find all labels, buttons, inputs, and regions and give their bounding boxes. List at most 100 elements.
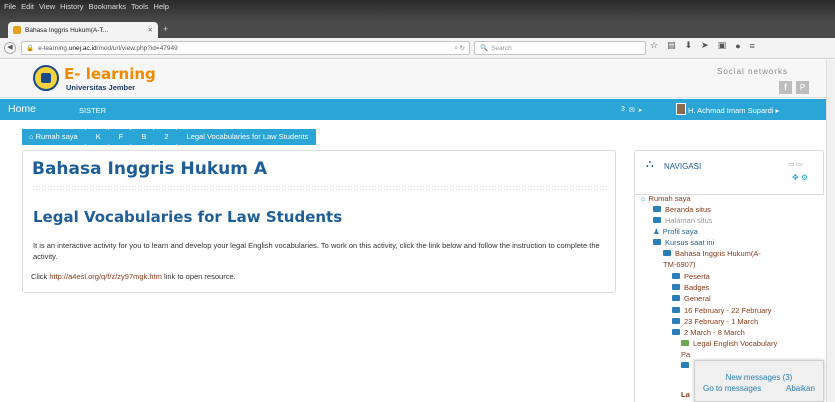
menu-help[interactable]: Help [154, 2, 169, 11]
user-name: H. Achmad Imam Supardi [688, 106, 774, 115]
nav-tree-label: 16 February - 22 February [684, 306, 772, 315]
breadcrumb-current[interactable]: Legal Vocabularies for Law Students [176, 129, 317, 145]
nav-tree-label: General [684, 294, 711, 303]
nav-home-link[interactable]: Home [8, 103, 36, 115]
breadcrumb: ⌂ Rumah saya K F B 2 Legal Vocabularies … [22, 129, 317, 145]
browser-menu-list: File Edit View History Bookmarks Tools H… [4, 2, 169, 11]
block-controls-icon[interactable]: ▭▭ [788, 160, 803, 168]
click-suffix: link to open resource. [161, 272, 236, 281]
nav-tree-label: Rumah saya [648, 194, 691, 203]
user-avatar[interactable] [676, 103, 686, 115]
url-text: e-learning.unej.ac.id/mod/url/view.php?i… [38, 44, 178, 52]
nav-tree-activity2[interactable] [681, 361, 693, 370]
nav-tree-kursus[interactable]: Kursus saat ini [653, 238, 714, 247]
menu-history[interactable]: History [60, 2, 83, 11]
folder-icon [653, 206, 661, 212]
nav-tree-label: Bahasa Inggris Hukum(A- [675, 249, 761, 258]
close-tab-icon[interactable]: ✕ [148, 26, 153, 34]
site-logo-subtitle: Universitas Jember [66, 83, 136, 92]
social-networks-label: Social networks [717, 67, 789, 76]
nav-tree-home[interactable]: ⌂ Rumah saya [641, 194, 691, 203]
browser-toolbar-icons: ☆ ▤ ⬇ ➤ ▣ ● ≡ [650, 40, 755, 51]
nav-tree-week3[interactable]: 2 March - 8 March [672, 328, 745, 337]
nav-sister-link[interactable]: SISTER [79, 106, 106, 115]
pocket-icon[interactable]: ● [735, 41, 740, 51]
nav-tree-label: 2 March - 8 March [684, 328, 745, 337]
folder-icon [672, 295, 680, 301]
nav-tree-week1[interactable]: 16 February - 22 February [672, 306, 772, 315]
folder-icon [672, 273, 680, 279]
search-input[interactable]: 🔍 Search [474, 41, 646, 55]
site-identity-icon[interactable]: 🔒 [26, 44, 34, 52]
folder-open-icon [672, 329, 680, 335]
reload-icon[interactable]: ▿ ↻ [454, 44, 465, 52]
browser-menubar: File Edit View History Bookmarks Tools H… [0, 0, 835, 22]
nav-tree-beranda[interactable]: Beranda situs [653, 205, 711, 214]
browser-tab[interactable]: Bahasa Inggris Hukum(A-T... ✕ [8, 22, 158, 38]
nav-tree-week2[interactable]: 23 February - 1 March [672, 317, 758, 326]
dotted-divider [32, 185, 607, 191]
click-prefix: Click [31, 272, 50, 281]
activity-intro: It is an interactive activity for you to… [33, 241, 600, 261]
menu-tools[interactable]: Tools [131, 2, 149, 11]
nav-tree-general[interactable]: General [672, 294, 711, 303]
folder-icon [653, 217, 661, 223]
menu-bookmarks[interactable]: Bookmarks [89, 2, 127, 11]
activity-title: Legal Vocabularies for Law Students [33, 208, 343, 226]
envelope-icon: ✉ [628, 107, 635, 114]
activity-icon [681, 340, 689, 346]
tab-title: Bahasa Inggris Hukum(A-T... [25, 26, 109, 34]
nav-tree-label: Kursus saat ini [665, 238, 715, 247]
site-logo-title[interactable]: E- learning [64, 65, 156, 83]
page-scrollbar[interactable] [826, 60, 835, 402]
nav-tree-peserta[interactable]: Peserta [672, 272, 710, 281]
home-icon: ⌂ [641, 194, 646, 203]
menu-view[interactable]: View [39, 2, 55, 11]
nav-tree-label: Profil saya [662, 227, 698, 236]
nav-tree-activity1-cont[interactable]: Pa [681, 350, 690, 359]
folder-icon [672, 318, 680, 324]
user-menu[interactable]: H. Achmad Imam Supardi ▸ [688, 106, 779, 115]
reading-list-icon[interactable]: ▤ [667, 40, 676, 51]
nav-tree-activity1[interactable]: Legal English Vocabulary [681, 339, 777, 348]
bookmark-star-icon[interactable]: ☆ [650, 40, 658, 51]
resource-link[interactable]: http://a4esl.org/q/f/z/zy97mgk.htm [49, 272, 162, 281]
messages-menu[interactable]: 3 ✉ ▸ [621, 106, 642, 114]
menu-file[interactable]: File [4, 2, 16, 11]
new-tab-icon[interactable]: + [163, 24, 168, 34]
home-icon: ⌂ [29, 132, 34, 141]
nav-tree-label: Beranda situs [665, 205, 711, 214]
resource-link-line: Click http://a4esl.org/q/f/z/zy97mgk.htm… [31, 272, 236, 281]
menu-edit[interactable]: Edit [21, 2, 34, 11]
folder-open-icon [653, 239, 661, 245]
nav-tree-profil[interactable]: ♟ Profil saya [653, 227, 698, 236]
nav-tree-label: Badges [684, 283, 710, 292]
search-placeholder: Search [491, 44, 512, 52]
move-block-icon[interactable]: ✥ ⚙ [792, 173, 808, 182]
navigation-block-title: NAVIGASI [664, 162, 702, 171]
pinterest-icon[interactable]: P [796, 81, 809, 94]
nav-tree-activity2-cont[interactable]: La [681, 390, 690, 399]
dismiss-link[interactable]: Abaikan [786, 384, 815, 393]
block-border [634, 195, 635, 402]
search-icon: 🔍 [480, 45, 489, 52]
breadcrumb-home[interactable]: ⌂ Rumah saya [22, 129, 91, 145]
facebook-icon[interactable]: f [779, 81, 792, 94]
download-icon[interactable]: ⬇ [685, 40, 693, 51]
folder-icon [672, 284, 680, 290]
addon-icon[interactable]: ▣ [718, 40, 727, 51]
nav-tree-badges[interactable]: Badges [672, 283, 709, 292]
popup-title: New messages (3) [725, 373, 793, 382]
nav-tree-course-code[interactable]: TM-6907) [663, 260, 696, 269]
nav-tree-course[interactable]: Bahasa Inggris Hukum(A- [663, 249, 761, 258]
menu-hamburger-icon[interactable]: ≡ [750, 41, 755, 51]
folder-icon [672, 307, 680, 313]
url-bar[interactable]: 🔒 e-learning.unej.ac.id/mod/url/view.php… [21, 41, 470, 55]
send-icon[interactable]: ➤ [701, 40, 709, 51]
nav-tree-label: Halaman situs [665, 216, 713, 225]
back-button[interactable]: ◀ [4, 42, 16, 54]
user-icon: ♟ [653, 227, 660, 236]
nav-tree-halaman[interactable]: Halaman situs [653, 216, 713, 225]
go-to-messages-link[interactable]: Go to messages [703, 384, 761, 393]
university-logo-icon[interactable] [33, 65, 59, 91]
